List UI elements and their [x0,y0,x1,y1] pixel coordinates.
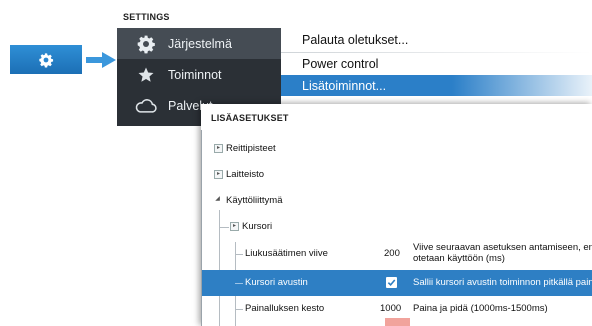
setting-label: Painalluksen kesto [245,303,325,314]
cloud-icon [132,92,160,120]
settings-tree: ▸ Reittipisteet ▸ Laitteisto ◢ Käyttölii… [201,130,592,326]
menu-item-label: Power control [302,56,379,71]
sidebar-item-functions[interactable]: Toiminnot [117,59,281,90]
advanced-title: LISÄASETUKSET [211,113,289,123]
star-icon [132,61,160,89]
tree-connector [235,283,243,284]
tree-row-waypoints[interactable]: ▸ Reittipisteet [202,136,592,162]
menu-item-label: Lisätoiminnot... [302,78,387,93]
settings-title: SETTINGS [123,12,170,22]
expand-icon[interactable]: ▸ [214,170,223,179]
expand-icon[interactable]: ▸ [214,144,223,153]
setting-label: Kursori avustin [245,277,308,288]
sidebar-item-label: Järjestelmä [168,36,232,51]
gear-icon [39,52,54,67]
menu-item-advanced[interactable]: Lisätoiminnot... [281,75,592,96]
tree-row-label: Kursori [242,221,273,232]
collapse-icon[interactable]: ◢ [214,196,221,203]
sidebar-item-system[interactable]: Järjestelmä [117,28,281,59]
tree-row-label: Reittipisteet [226,143,276,154]
tree-row-label: Laitteisto [226,169,265,180]
tree-connector [235,309,243,310]
tree-row-label: Käyttöliittymä [226,195,283,206]
partial-indicator [385,318,410,326]
tree-connector [235,254,243,255]
settings-shortcut-badge[interactable] [10,45,82,74]
gear-icon [132,30,160,58]
menu-item-label: Palauta oletukset... [302,32,409,47]
tree-row-user-interface[interactable]: ◢ Käyttöliittymä [202,188,592,214]
tree-connector [219,227,229,228]
setting-value[interactable]: 1000 [380,303,401,314]
cursor-assist-checkbox[interactable] [386,277,397,288]
menu-item-power-control[interactable]: Power control [281,53,592,74]
setting-value[interactable]: 200 [384,248,400,259]
description-line: otetaan käyttöön (ms) [413,253,505,264]
setting-description: Viive seuraavan asetuksen antamiseen, en… [413,242,592,264]
tree-row-hardware[interactable]: ▸ Laitteisto [202,162,592,188]
menu-item-restore-defaults[interactable]: Palauta oletukset... [281,29,592,50]
setting-label: Liukusäätimen viive [245,248,328,259]
arrow-right-icon [86,52,116,68]
setting-description: Sallii kursori avustin toiminnon pitkäll… [413,277,592,288]
advanced-settings-window: LISÄASETUKSET ▸ Reittipisteet ▸ Laitteis… [201,104,592,326]
description-line: Viive seuraavan asetuksen antamiseen, en… [413,242,592,253]
tree-row-slider-delay[interactable]: Liukusäätimen viive 200 Viive seuraavan … [202,241,592,267]
sidebar-item-label: Toiminnot [168,67,222,82]
checkmark-icon [387,279,396,287]
tree-row-cursor-assist[interactable]: Kursori avustin Sallii kursori avustin t… [202,270,592,296]
setting-description: Paina ja pidä (1000ms-1500ms) [413,303,548,314]
tree-row-cursor[interactable]: ▸ Kursori [202,214,592,240]
expand-icon[interactable]: ▸ [230,222,239,231]
